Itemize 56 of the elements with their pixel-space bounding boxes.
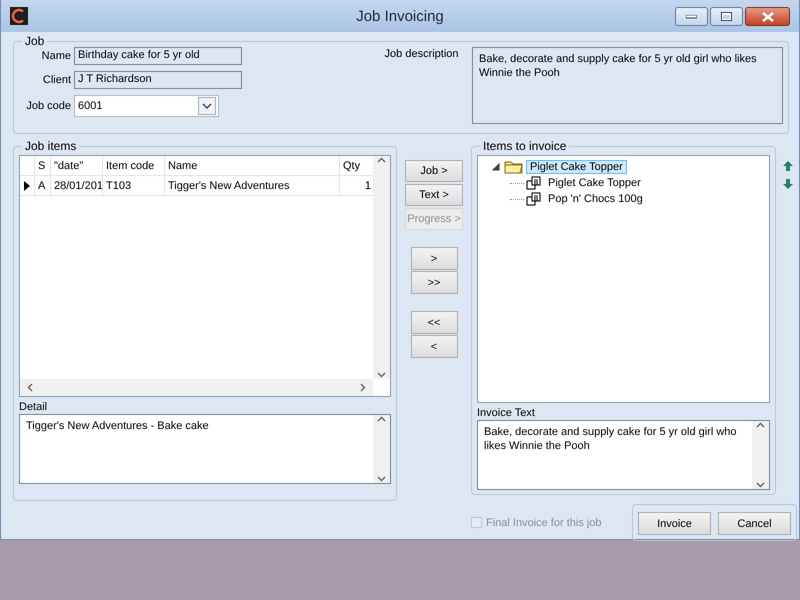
- move-up-icon[interactable]: [782, 160, 794, 172]
- scroll-left-icon[interactable]: [26, 383, 35, 392]
- item-icon: [526, 192, 542, 206]
- move-button[interactable]: >: [410, 247, 458, 270]
- scroll-up-icon[interactable]: [377, 156, 386, 165]
- job-code-dropdown[interactable]: 6001: [74, 95, 219, 117]
- move-button[interactable]: >>: [410, 271, 458, 294]
- job-description-field[interactable]: Bake, decorate and supply cake for 5 yr old girl who likes Winnie the Pooh: [472, 47, 783, 124]
- column-header[interactable]: Name: [164, 156, 339, 175]
- tree-item[interactable]: Piglet Cake Topper: [544, 176, 645, 190]
- table-cell: Tigger's New Adventures: [164, 176, 339, 195]
- scroll-down-icon[interactable]: [377, 474, 386, 483]
- dialog-button[interactable]: Invoice: [638, 512, 711, 535]
- name-field[interactable]: Birthday cake for 5 yr old: [74, 47, 242, 65]
- column-header[interactable]: S: [34, 156, 50, 175]
- field-label: Job description: [384, 48, 460, 62]
- minimize-icon[interactable]: [686, 14, 697, 18]
- field-label: Job code: [25, 100, 71, 112]
- close-icon[interactable]: [762, 12, 774, 22]
- tree-item[interactable]: Pop 'n' Chocs 100g: [544, 192, 647, 206]
- folder-icon: [504, 160, 524, 174]
- collapse-icon[interactable]: [492, 163, 500, 171]
- column-header[interactable]: "date": [50, 156, 102, 175]
- transfer-button[interactable]: Job >: [405, 160, 463, 182]
- tree-item[interactable]: Piglet Cake Topper: [526, 160, 627, 174]
- transfer-button[interactable]: Text >: [405, 184, 463, 206]
- move-button[interactable]: <: [410, 335, 458, 358]
- move-button[interactable]: <<: [410, 311, 458, 334]
- scroll-right-icon[interactable]: [358, 383, 367, 392]
- maximize-icon[interactable]: [721, 12, 732, 21]
- table-cell: A: [34, 176, 50, 195]
- invoice-text-field[interactable]: Bake, decorate and supply cake for 5 yr old girl who likes Winnie the Pooh: [477, 420, 770, 490]
- detail-label: Detail: [19, 401, 48, 413]
- checkbox-label: Final Invoice for this job: [486, 516, 602, 528]
- scroll-down-icon[interactable]: [756, 480, 765, 489]
- item-icon: [526, 176, 542, 190]
- scroll-down-icon[interactable]: [377, 370, 386, 379]
- scroll-up-icon[interactable]: [377, 415, 386, 424]
- table-cell: 28/01/201: [50, 176, 102, 195]
- scroll-up-icon[interactable]: [756, 421, 765, 430]
- client-field[interactable]: J T Richardson: [74, 71, 242, 89]
- close-button[interactable]: [745, 7, 790, 26]
- invoice-text-label: Invoice Text: [477, 407, 536, 419]
- field-label: Name: [40, 50, 71, 62]
- maximize-button[interactable]: [710, 7, 743, 26]
- table-cell: T103: [102, 176, 164, 195]
- move-down-icon[interactable]: [782, 178, 794, 190]
- detail-field[interactable]: Tigger's New Adventures - Bake cake: [19, 414, 391, 484]
- group-title: Items to invoice: [480, 139, 570, 153]
- window-title: Job Invoicing: [356, 8, 444, 25]
- minimize-button[interactable]: [675, 7, 708, 26]
- group-title: Job: [22, 34, 48, 48]
- field-label: Client: [42, 74, 71, 86]
- group-title: Job items: [22, 139, 80, 153]
- column-header[interactable]: Item code: [102, 156, 164, 175]
- dialog-button[interactable]: Cancel: [718, 512, 791, 535]
